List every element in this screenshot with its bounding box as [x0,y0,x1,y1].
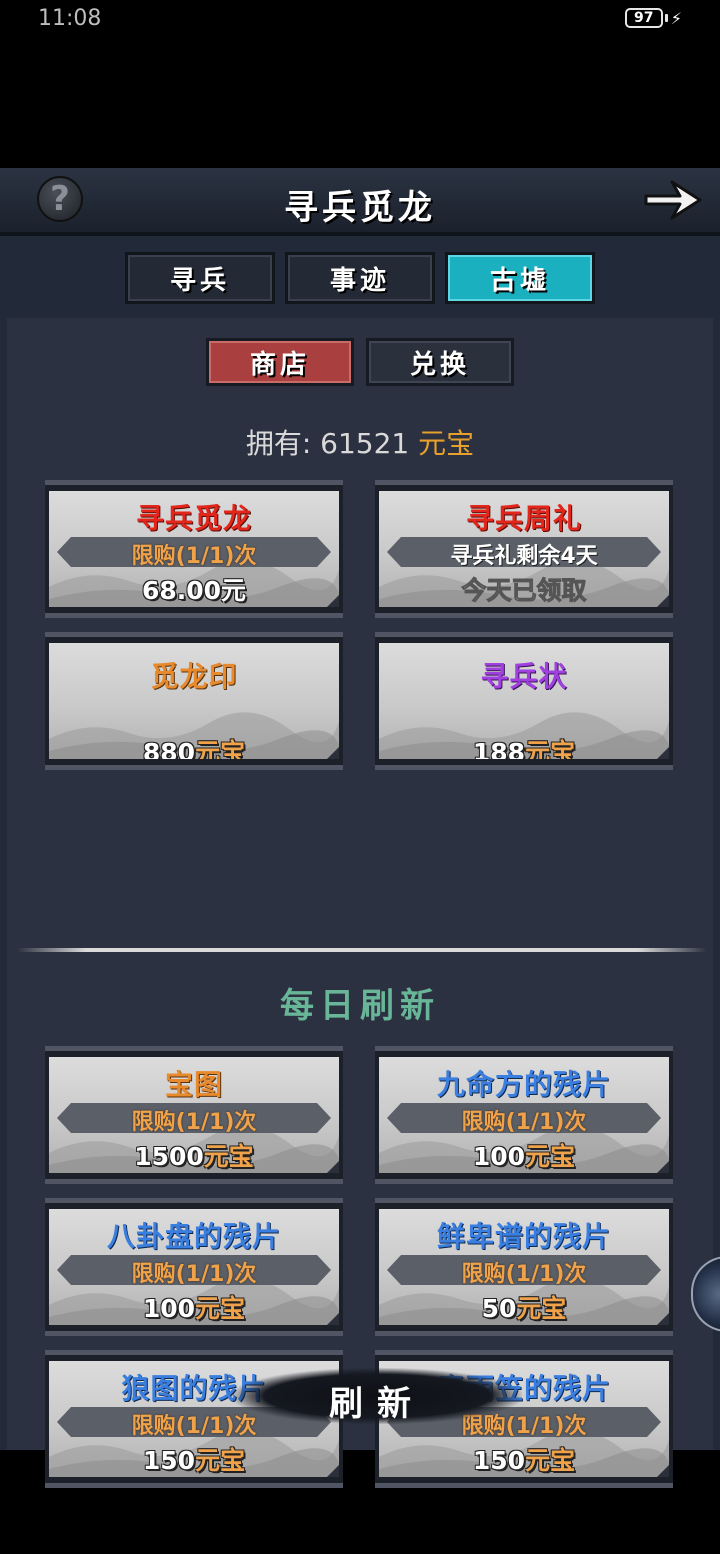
arrow-right-icon [644,180,702,220]
shop-card-xunbing-zhuang[interactable]: 寻兵状 188元宝 [375,632,673,770]
header-bar: ? 寻兵觅龙 [0,168,720,236]
card-limit-text: 限购(1/1)次 [461,1110,587,1135]
card-price: 100元宝 [49,1289,339,1325]
owned-label: 拥有: [245,427,312,460]
card-title: 九命方的残片 [436,1068,611,1101]
daily-item-bagua-pan[interactable]: 八卦盘的残片 限购(1/1)次 100元宝 [45,1198,343,1336]
main-tabs: 寻兵 事迹 古墟 [0,252,720,308]
daily-item-xianbei-pu[interactable]: 鲜卑谱的残片 限购(1/1)次 50元宝 [375,1198,673,1336]
status-time: 11:08 [38,6,102,31]
subtab-shop[interactable]: 商店 [206,338,354,386]
price-unit: 元宝 [195,1294,246,1323]
price-unit: 元宝 [525,1446,576,1475]
shop-card-milong-yin[interactable]: 觅龙印 880元宝 [45,632,343,770]
card-title: 寻兵周礼 [465,502,582,535]
card-background: 宝图 限购(1/1)次 1500元宝 [49,1057,339,1173]
card-remaining-text: 寻兵礼剩余4天 [450,544,598,569]
card-background: 寻兵周礼 寻兵礼剩余4天 今天已领取 [379,491,669,607]
card-price: 150元宝 [49,1441,339,1477]
price-unit: 元宝 [203,1142,254,1171]
battery-indicator: 97 ⚡ [624,7,682,29]
charging-icon: ⚡ [670,8,682,28]
price-amount: 150 [142,1446,196,1475]
price-amount: 1500 [134,1142,204,1171]
card-limit-text: 限购(1/1)次 [131,544,257,569]
price-unit: 元宝 [525,738,576,759]
price-unit: 元宝 [195,1446,246,1475]
shop-card-xunbing-zhouli[interactable]: 寻兵周礼 寻兵礼剩余4天 今天已领取 [375,480,673,618]
price-amount: 100 [142,1294,196,1323]
card-limit-text: 限购(1/1)次 [461,1262,587,1287]
card-price: 50元宝 [379,1289,669,1325]
card-background: 寻兵状 188元宝 [379,643,669,759]
content-panel: 商店 兑换 拥有: 61521 元宝 寻兵觅龙 限购(1/1)次 68.00元 … [7,318,713,1488]
card-limit-text: 限购(1/1)次 [131,1110,257,1135]
game-panel: ? 寻兵觅龙 寻兵 事迹 古墟 商店 兑换 拥有: 61521 元宝 寻兵觅龙 … [0,168,720,1488]
refresh-button[interactable]: 刷新 [232,1358,522,1434]
price-amount: 880 [142,738,196,759]
card-title: 八卦盘的残片 [106,1220,281,1253]
refresh-label: 刷新 [329,1384,425,1424]
daily-item-jiuming-fang[interactable]: 九命方的残片 限购(1/1)次 100元宝 [375,1046,673,1184]
card-claimed-status: 今天已领取 [461,576,587,606]
sub-tabs: 商店 兑换 [7,338,713,386]
card-background: 九命方的残片 限购(1/1)次 100元宝 [379,1057,669,1173]
card-price: 1500元宝 [49,1137,339,1173]
battery-tip [664,14,668,22]
daily-item-baotu[interactable]: 宝图 限购(1/1)次 1500元宝 [45,1046,343,1184]
battery-level: 97 [624,8,663,28]
price-unit: 元宝 [516,1294,567,1323]
card-title: 宝图 [164,1068,223,1101]
subtab-exchange[interactable]: 兑换 [366,338,514,386]
card-title: 鲜卑谱的残片 [436,1220,611,1253]
card-background: 觅龙印 880元宝 [49,643,339,759]
shop-card-xunbing-milong[interactable]: 寻兵觅龙 限购(1/1)次 68.00元 [45,480,343,618]
card-title: 寻兵状 [480,660,568,693]
card-price: 880元宝 [49,733,339,759]
owned-currency-unit: 元宝 [418,427,475,460]
section-divider [17,948,707,952]
card-background: 鲜卑谱的残片 限购(1/1)次 50元宝 [379,1209,669,1325]
card-background: 寻兵觅龙 限购(1/1)次 68.00元 [49,491,339,607]
status-bar: 11:08 97 ⚡ [0,0,720,36]
page-title: 寻兵觅龙 [284,188,436,228]
card-price: 188元宝 [379,733,669,759]
owned-amount: 61521 [320,427,410,460]
card-title: 寻兵觅龙 [135,502,252,535]
back-button[interactable] [642,174,706,226]
owned-currency: 拥有: 61521 元宝 [7,422,713,462]
card-background: 八卦盘的残片 限购(1/1)次 100元宝 [49,1209,339,1325]
card-limit-text: 限购(1/1)次 [131,1262,257,1287]
price-unit: 元宝 [195,738,246,759]
price-amount: 100 [472,1142,526,1171]
tab-xunbing[interactable]: 寻兵 [125,252,275,304]
price-unit: 元宝 [525,1142,576,1171]
tab-guxu[interactable]: 古墟 [445,252,595,304]
card-title: 觅龙印 [150,660,238,693]
price-amount: 50 [481,1294,517,1323]
price-amount: 150 [472,1446,526,1475]
tab-shiji[interactable]: 事迹 [285,252,435,304]
daily-refresh-title: 每日刷新 [280,986,440,1026]
card-price: 150元宝 [379,1441,669,1477]
card-price: 100元宝 [379,1137,669,1173]
price-amount: 188 [472,738,526,759]
card-price: 68.00元 [141,576,247,605]
